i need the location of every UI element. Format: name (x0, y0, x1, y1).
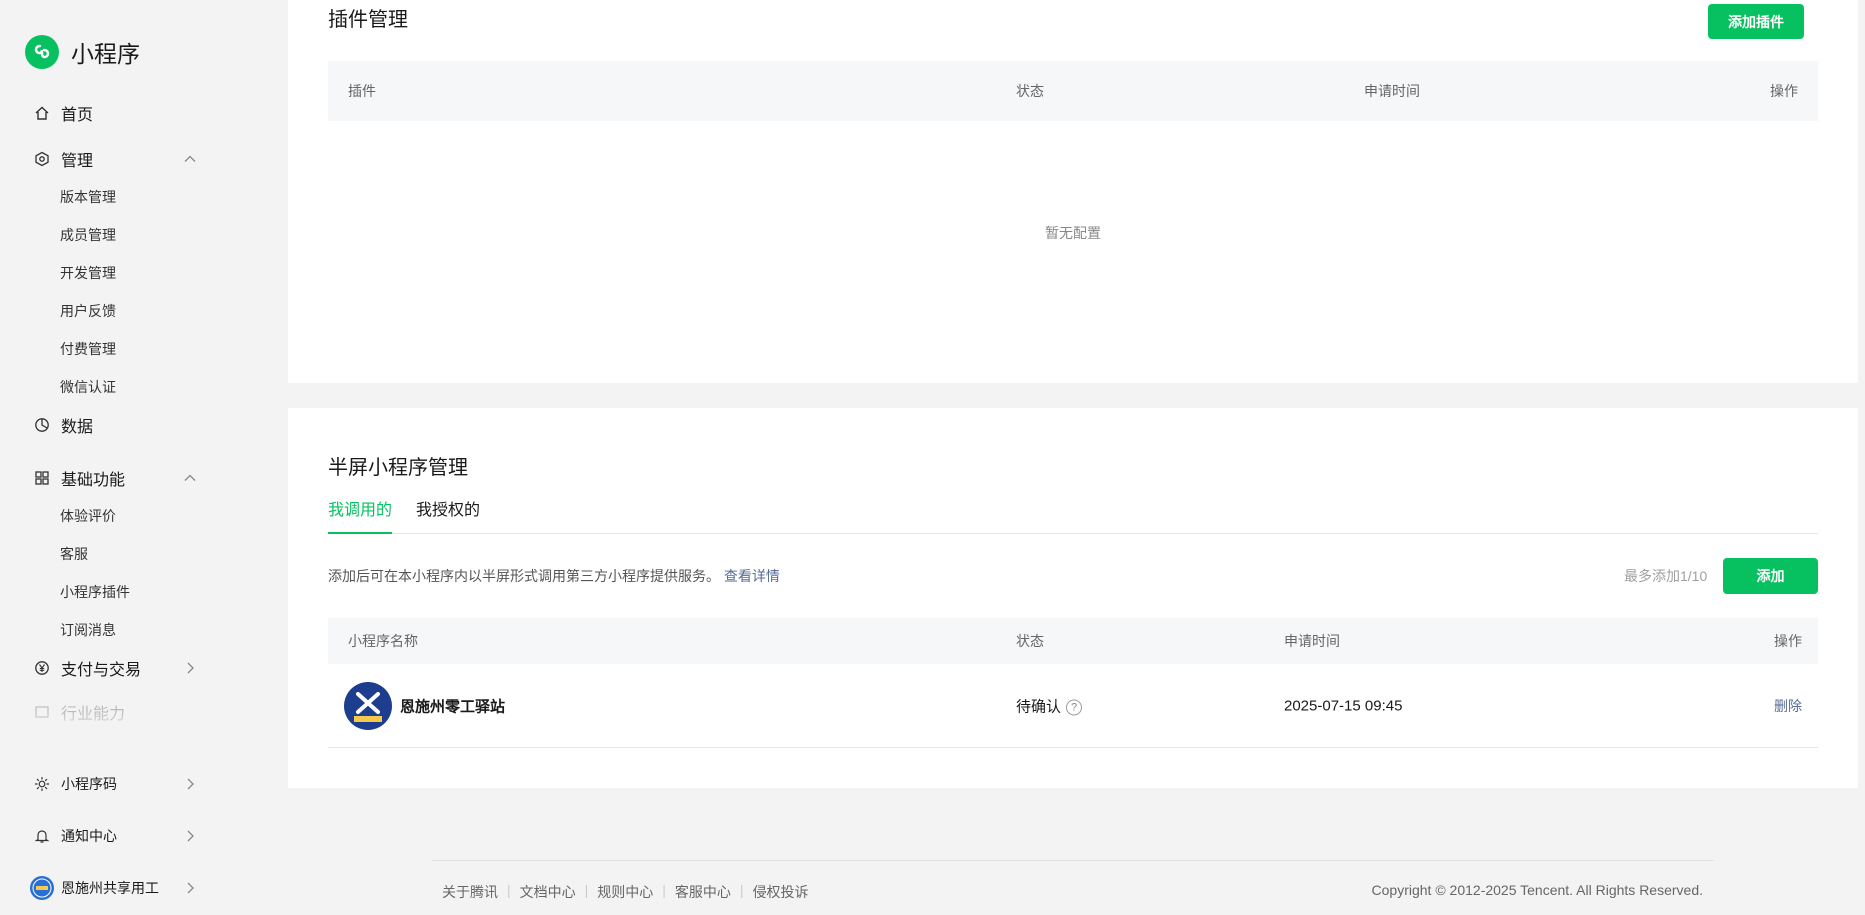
apply-time: 2025-07-15 09:45 (1284, 697, 1403, 714)
halfscreen-table-header: 小程序名称 状态 申请时间 操作 (328, 618, 1818, 664)
footer-link-service[interactable]: 客服中心 (675, 882, 731, 902)
tab-invoked[interactable]: 我调用的 (328, 498, 393, 534)
tab-authorized[interactable]: 我授权的 (416, 498, 480, 534)
sidebar-item-manage[interactable]: 管理 (0, 142, 240, 176)
halfscreen-title: 半屏小程序管理 (328, 457, 468, 479)
add-plugin-button[interactable]: 添加插件 (1708, 4, 1804, 39)
sidebar-item-label: 基础功能 (61, 472, 126, 489)
sidebar-item-label: 小程序码 (61, 776, 117, 792)
grid-icon (33, 469, 51, 487)
footer-links: 关于腾讯 | 文档中心 | 规则中心 | 客服中心 | 侵权投诉 (442, 882, 809, 902)
chevron-right-icon[interactable] (183, 829, 197, 843)
add-button[interactable]: 添加 (1723, 558, 1818, 594)
column-header: 操作 (1770, 83, 1798, 99)
sidebar: 小程序 首页 管理 版本管理 成员管理 开发管理 用户反馈 付费管理 微信认证 (0, 0, 240, 915)
footer-divider (432, 860, 1714, 861)
footer-link-docs[interactable]: 文档中心 (520, 882, 576, 902)
sidebar-item-basic[interactable]: 基础功能 (0, 461, 240, 495)
sidebar-subitem-plugin[interactable]: 小程序插件 (0, 573, 240, 611)
sidebar-item-qrcode[interactable]: 小程序码 (0, 767, 240, 801)
chevron-right-icon[interactable] (183, 777, 197, 791)
sidebar-subitem-payment[interactable]: 付费管理 (0, 330, 240, 368)
chevron-right-icon[interactable] (183, 881, 197, 895)
plugin-table-header: 插件 状态 申请时间 操作 (328, 61, 1818, 121)
pie-chart-icon (33, 416, 51, 434)
footer-separator: | (739, 882, 744, 898)
hint-text: 添加后可在本小程序内以半屏形式调用第三方小程序提供服务。 查看详情 (328, 566, 780, 586)
hexagon-settings-icon (33, 150, 51, 168)
column-header: 状态 (1016, 83, 1044, 99)
sidebar-item-home[interactable]: 首页 (0, 96, 240, 130)
sidebar-item-label: 行业能力 (61, 706, 126, 723)
copyright: Copyright © 2012-2025 Tencent. All Right… (1371, 882, 1703, 898)
column-header: 操作 (1774, 633, 1802, 649)
tab-bar: 我调用的 我授权的 (328, 498, 1818, 534)
sidebar-item-industry[interactable]: 行业能力 (0, 695, 240, 729)
help-icon[interactable]: ? (1066, 699, 1083, 716)
yen-circle-icon (33, 659, 51, 677)
sidebar-item-label: 管理 (61, 153, 94, 170)
plugin-title: 插件管理 (328, 9, 408, 31)
miniprogram-name: 恩施州零工驿站 (400, 698, 506, 715)
footer-separator: | (584, 882, 589, 898)
brand[interactable]: 小程序 (25, 35, 140, 69)
home-icon (33, 104, 51, 122)
sidebar-subitem-customer-service[interactable]: 客服 (0, 535, 240, 573)
table-row: 恩施州零工驿站 待确认? 2025-07-15 09:45 删除 (328, 664, 1818, 748)
sidebar-subitem-version[interactable]: 版本管理 (0, 178, 240, 216)
sidebar-subitem-members[interactable]: 成员管理 (0, 216, 240, 254)
sidebar-item-label: 支付与交易 (61, 662, 142, 679)
sidebar-item-label: 通知中心 (61, 828, 117, 844)
footer-separator: | (507, 882, 511, 898)
sun-code-icon (33, 775, 51, 793)
avatar (30, 876, 54, 900)
status-text: 待确认 (1016, 698, 1062, 715)
miniprogram-avatar (344, 682, 392, 730)
sidebar-item-label: 数据 (61, 419, 94, 436)
sidebar-nav: 首页 管理 版本管理 成员管理 开发管理 用户反馈 付费管理 微信认证 数据 基… (0, 96, 240, 736)
plugin-card: 插件管理 添加插件 插件 状态 申请时间 操作 暂无配置 (288, 0, 1858, 383)
industry-icon (33, 703, 51, 721)
add-limit-text: 最多添加1/10 (1624, 568, 1708, 584)
brand-name: 小程序 (71, 41, 140, 67)
sidebar-item-pay[interactable]: 支付与交易 (0, 651, 240, 685)
sidebar-bottom: 小程序码 通知中心 恩施州共享用工 (0, 767, 240, 905)
miniprogram-logo-icon (25, 35, 59, 69)
sidebar-subitem-feedback[interactable]: 用户反馈 (0, 292, 240, 330)
sidebar-item-notify[interactable]: 通知中心 (0, 819, 240, 853)
sidebar-item-data[interactable]: 数据 (0, 408, 240, 442)
footer-separator: | (662, 882, 666, 898)
halfscreen-card: 半屏小程序管理 我调用的 我授权的 添加后可在本小程序内以半屏形式调用第三方小程… (288, 408, 1858, 788)
status-cell: 待确认? (1016, 695, 1083, 716)
chevron-up-icon[interactable] (183, 471, 197, 485)
footer-link-rules[interactable]: 规则中心 (597, 882, 653, 902)
view-details-link[interactable]: 查看详情 (724, 568, 780, 584)
sidebar-subitem-wechat-auth[interactable]: 微信认证 (0, 368, 240, 406)
chevron-right-icon[interactable] (183, 661, 197, 675)
chevron-up-icon[interactable] (183, 152, 197, 166)
sidebar-item-label: 首页 (61, 107, 94, 124)
sidebar-subitem-dev[interactable]: 开发管理 (0, 254, 240, 292)
empty-state: 暂无配置 (1045, 225, 1101, 241)
sidebar-subitem-subscribe[interactable]: 订阅消息 (0, 611, 240, 649)
column-header: 状态 (1016, 633, 1044, 649)
column-header: 申请时间 (1284, 633, 1340, 649)
hint-label: 添加后可在本小程序内以半屏形式调用第三方小程序提供服务。 (328, 568, 720, 584)
column-header: 申请时间 (1364, 83, 1420, 99)
column-header: 插件 (348, 83, 376, 99)
sidebar-item-account[interactable]: 恩施州共享用工 (0, 871, 240, 905)
delete-link[interactable]: 删除 (1774, 696, 1802, 716)
sidebar-subitem-rating[interactable]: 体验评价 (0, 497, 240, 535)
footer-link-complaint[interactable]: 侵权投诉 (753, 882, 809, 902)
bell-icon (33, 827, 51, 845)
footer-link-about[interactable]: 关于腾讯 (442, 882, 498, 902)
sidebar-item-label: 恩施州共享用工 (61, 880, 159, 896)
column-header: 小程序名称 (348, 633, 418, 649)
